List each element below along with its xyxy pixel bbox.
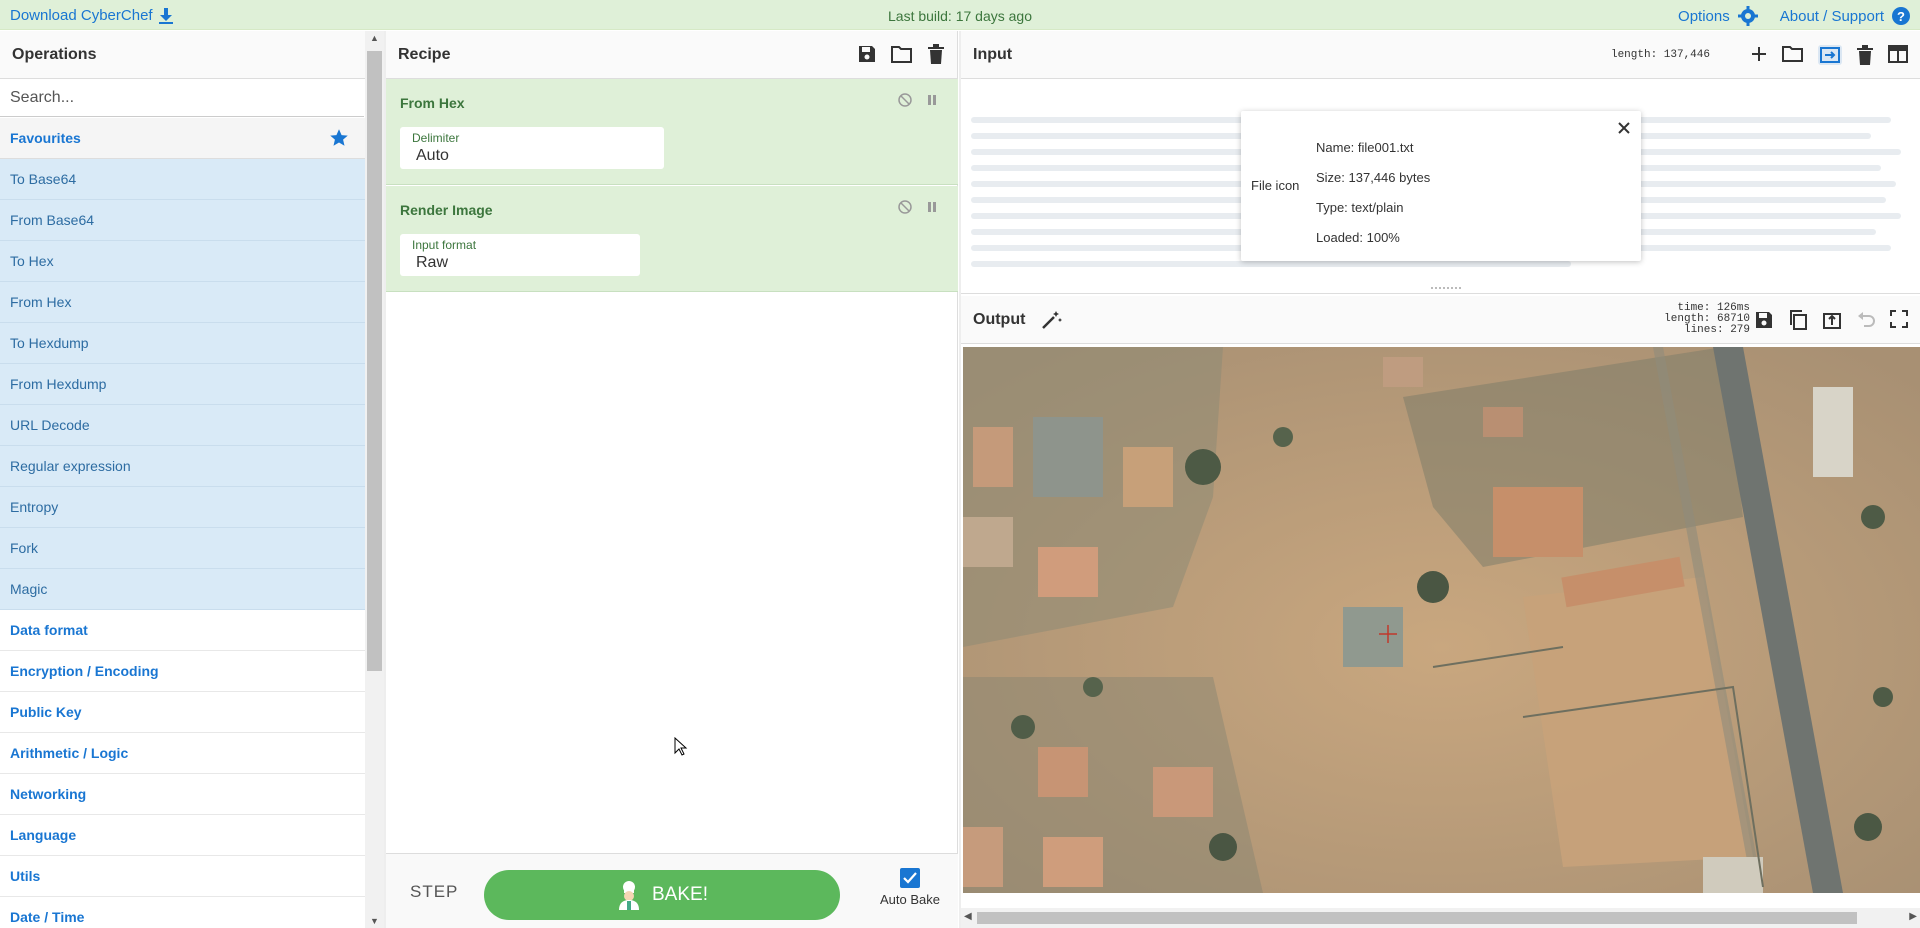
auto-bake-toggle[interactable]: Auto Bake bbox=[872, 868, 948, 907]
breakpoint-pause-icon[interactable] bbox=[926, 93, 938, 107]
input-length: length: 137,446 bbox=[1610, 49, 1710, 61]
column-divider[interactable] bbox=[384, 31, 386, 928]
mouse-cursor-icon bbox=[674, 737, 688, 757]
about-support-link[interactable]: About / Support bbox=[1780, 8, 1884, 25]
recipe-title: Recipe bbox=[398, 46, 451, 63]
favourite-op-item[interactable]: From Base64 bbox=[0, 200, 365, 241]
file-icon: File icon bbox=[1251, 178, 1300, 193]
clear-recipe-trash-icon[interactable] bbox=[927, 44, 945, 64]
save-output-icon[interactable] bbox=[1754, 310, 1774, 330]
category-utils[interactable]: Utils bbox=[0, 856, 365, 897]
save-recipe-icon[interactable] bbox=[857, 44, 877, 64]
favourite-op-item[interactable]: To Base64 bbox=[0, 159, 365, 200]
output-scroll-thumb[interactable] bbox=[977, 912, 1857, 924]
load-recipe-folder-icon[interactable] bbox=[891, 44, 913, 64]
open-folder-icon[interactable] bbox=[1782, 45, 1804, 65]
delimiter-label: Delimiter bbox=[412, 131, 460, 145]
file-loaded: Loaded: 100% bbox=[1316, 230, 1400, 245]
operations-list: Favourites To Base64 From Base64 To Hex … bbox=[0, 118, 365, 928]
help-icon[interactable]: ? bbox=[1892, 7, 1910, 25]
favourite-op-item[interactable]: From Hex bbox=[0, 282, 365, 323]
delimiter-select[interactable]: Delimiter Auto bbox=[400, 127, 664, 169]
operations-scroll-thumb[interactable] bbox=[367, 51, 382, 671]
output-title: Output bbox=[973, 311, 1026, 328]
operations-title: Operations bbox=[0, 31, 383, 79]
disable-op-icon[interactable] bbox=[898, 93, 912, 107]
file-type: Type: text/plain bbox=[1316, 200, 1404, 215]
copy-output-icon[interactable] bbox=[1788, 310, 1808, 330]
clear-input-trash-icon[interactable] bbox=[1856, 45, 1874, 65]
chef-icon bbox=[616, 880, 642, 910]
input-format-value: Raw bbox=[416, 254, 449, 271]
file-details-card: File icon Name: file001.txt Size: 137,44… bbox=[1241, 111, 1641, 261]
bake-bar: STEP BAKE! Auto Bake bbox=[386, 853, 958, 928]
favourite-op-item[interactable]: To Hex bbox=[0, 241, 365, 282]
build-info: Last build: 17 days ago bbox=[888, 8, 1032, 24]
op-name: Render Image bbox=[400, 202, 493, 218]
favourite-op-item[interactable]: To Hexdump bbox=[0, 323, 365, 364]
favourite-op-item[interactable]: Magic bbox=[0, 569, 365, 610]
reset-layout-icon[interactable] bbox=[1888, 45, 1908, 65]
disable-op-icon[interactable] bbox=[898, 200, 912, 214]
category-data-format[interactable]: Data format bbox=[0, 610, 365, 651]
magic-wand-icon[interactable] bbox=[1041, 310, 1063, 330]
input-output-resizer[interactable] bbox=[1431, 287, 1461, 289]
favourite-op-item[interactable]: Fork bbox=[0, 528, 365, 569]
delimiter-value: Auto bbox=[416, 147, 449, 164]
favourite-op-item[interactable]: URL Decode bbox=[0, 405, 365, 446]
auto-bake-checkbox[interactable] bbox=[900, 868, 920, 888]
input-title: Input bbox=[973, 46, 1013, 63]
file-name: Name: file001.txt bbox=[1316, 140, 1414, 155]
category-language[interactable]: Language bbox=[0, 815, 365, 856]
star-icon[interactable] bbox=[329, 128, 349, 148]
operations-pane: Operations Favourites To Base64 From Bas… bbox=[0, 31, 384, 928]
favourite-op-item[interactable]: Entropy bbox=[0, 487, 365, 528]
bake-button[interactable]: BAKE! bbox=[484, 870, 840, 920]
output-horizontal-scrollbar[interactable]: ◀ ▶ bbox=[961, 908, 1920, 928]
output-lines: lines: 279 bbox=[1683, 324, 1750, 336]
input-pane: Input length: 137,446 File icon Name: fi… bbox=[961, 31, 1920, 294]
output-stats: time: 126ms length: 68710 lines: 279 bbox=[1664, 303, 1750, 336]
scroll-left-arrow-icon[interactable]: ◀ bbox=[964, 911, 972, 922]
category-arithmetic-logic[interactable]: Arithmetic / Logic bbox=[0, 733, 365, 774]
close-icon[interactable] bbox=[1617, 121, 1631, 135]
breakpoint-pause-icon[interactable] bbox=[926, 200, 938, 214]
recipe-op-from-hex[interactable]: From Hex Delimiter Auto bbox=[386, 79, 958, 185]
operations-search-input[interactable] bbox=[0, 79, 364, 117]
favourites-label: Favourites bbox=[10, 130, 81, 146]
operations-scrollbar[interactable]: ▲ ▼ bbox=[365, 31, 384, 928]
bake-label: BAKE! bbox=[652, 884, 708, 905]
file-size: Size: 137,446 bytes bbox=[1316, 170, 1431, 185]
recipe-op-render-image[interactable]: Render Image Input format Raw bbox=[386, 186, 958, 292]
category-public-key[interactable]: Public Key bbox=[0, 692, 365, 733]
gear-icon[interactable] bbox=[1737, 6, 1758, 26]
favourite-op-item[interactable]: From Hexdump bbox=[0, 364, 365, 405]
category-networking[interactable]: Networking bbox=[0, 774, 365, 815]
scroll-up-arrow-icon[interactable]: ▲ bbox=[370, 33, 379, 43]
options-link[interactable]: Options bbox=[1678, 8, 1730, 25]
auto-bake-label: Auto Bake bbox=[880, 892, 940, 907]
open-file-icon[interactable] bbox=[1818, 45, 1842, 65]
rendered-output-image bbox=[963, 347, 1920, 893]
add-input-tab-plus-icon[interactable] bbox=[1750, 45, 1768, 65]
top-banner: Download CyberChef Last build: 17 days a… bbox=[0, 0, 1920, 30]
op-name: From Hex bbox=[400, 95, 465, 111]
scroll-right-arrow-icon[interactable]: ▶ bbox=[1909, 911, 1917, 922]
recipe-pane: Recipe From Hex Delimiter Auto Render Im… bbox=[386, 31, 958, 928]
input-format-label: Input format bbox=[412, 238, 477, 252]
input-format-select[interactable]: Input format Raw bbox=[400, 234, 640, 276]
maximise-output-icon[interactable] bbox=[1890, 310, 1908, 330]
category-encryption-encoding[interactable]: Encryption / Encoding bbox=[0, 651, 365, 692]
step-button[interactable]: STEP bbox=[410, 882, 458, 902]
category-favourites[interactable]: Favourites bbox=[0, 118, 365, 159]
replace-input-with-output-icon[interactable] bbox=[1822, 310, 1842, 330]
scroll-down-arrow-icon[interactable]: ▼ bbox=[370, 916, 379, 926]
output-pane: Output time: 126ms length: 68710 lines: … bbox=[961, 296, 1920, 928]
favourite-op-item[interactable]: Regular expression bbox=[0, 446, 365, 487]
undo-icon bbox=[1856, 310, 1876, 330]
recipe-title-bar: Recipe bbox=[386, 31, 957, 79]
category-date-time[interactable]: Date / Time bbox=[0, 897, 365, 928]
